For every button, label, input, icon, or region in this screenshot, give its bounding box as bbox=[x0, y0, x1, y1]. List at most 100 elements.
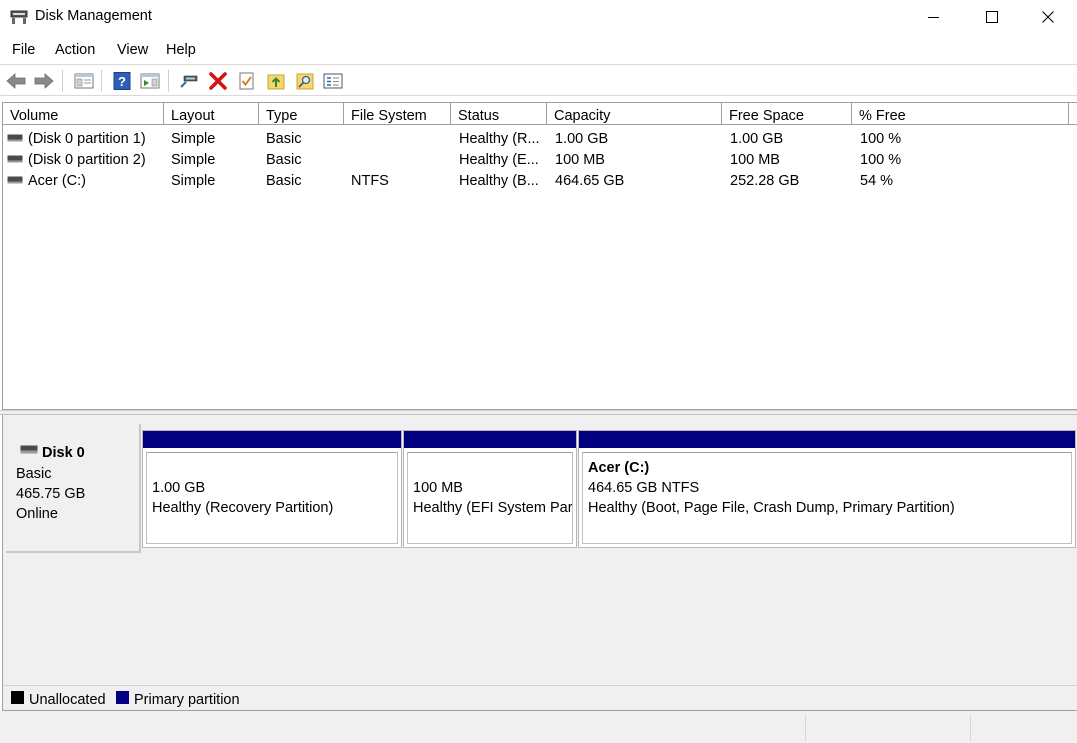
cell-free-space: 252.28 GB bbox=[730, 173, 800, 189]
forward-arrow-icon bbox=[34, 73, 54, 89]
maximize-button[interactable] bbox=[963, 0, 1021, 34]
partition-status: Healthy (Recovery Partition) bbox=[152, 500, 334, 516]
cell-type: Basic bbox=[266, 131, 302, 147]
column-header-file-system[interactable]: File System bbox=[344, 103, 451, 125]
list-view-icon bbox=[323, 73, 343, 89]
partition-status: Healthy (Boot, Page File, Crash Dump, Pr… bbox=[588, 500, 955, 516]
partition-efi[interactable]: 100 MB Healthy (EFI System Partition) bbox=[403, 430, 577, 548]
partition-acer-c[interactable]: Acer (C:) 464.65 GB NTFS Healthy (Boot, … bbox=[578, 430, 1076, 548]
primary-partition-band bbox=[579, 431, 1075, 448]
partition-body: 100 MB Healthy (EFI System Partition) bbox=[407, 452, 573, 544]
column-header-free-space[interactable]: Free Space bbox=[722, 103, 852, 125]
partition-recovery[interactable]: 1.00 GB Healthy (Recovery Partition) bbox=[142, 430, 402, 548]
forward-button[interactable] bbox=[33, 70, 55, 92]
cell-layout: Simple bbox=[171, 131, 216, 147]
menu-file[interactable]: File bbox=[12, 42, 35, 58]
column-header-type[interactable]: Type bbox=[259, 103, 344, 125]
partition-body: 1.00 GB Healthy (Recovery Partition) bbox=[146, 452, 398, 544]
table-row[interactable]: (Disk 0 partition 2) Simple Basic Health… bbox=[3, 150, 1077, 171]
table-row[interactable]: Acer (C:) Simple Basic NTFS Healthy (B..… bbox=[3, 171, 1077, 192]
minimize-button[interactable] bbox=[905, 0, 963, 34]
disk-info-panel[interactable]: Disk 0 Basic 465.75 GB Online bbox=[6, 424, 141, 553]
cell-status: Healthy (B... bbox=[459, 173, 539, 189]
connect-virtual-disk-button[interactable] bbox=[178, 70, 200, 92]
close-icon bbox=[1042, 11, 1054, 23]
partition-body: Acer (C:) 464.65 GB NTFS Healthy (Boot, … bbox=[582, 452, 1072, 544]
cell-status: Healthy (E... bbox=[459, 152, 539, 168]
menu-action[interactable]: Action bbox=[55, 42, 95, 58]
column-header-percent-free[interactable]: % Free bbox=[852, 103, 1069, 125]
cell-free-space: 1.00 GB bbox=[730, 131, 784, 147]
cell-volume: (Disk 0 partition 1) bbox=[28, 131, 146, 147]
cell-percent-free: 100 % bbox=[860, 152, 902, 168]
cell-volume: (Disk 0 partition 2) bbox=[28, 152, 146, 168]
menu-help[interactable]: Help bbox=[166, 42, 196, 58]
svg-text:?: ? bbox=[118, 74, 126, 89]
partition-size: 100 MB bbox=[413, 480, 463, 496]
open-folder-up-icon bbox=[267, 74, 285, 90]
cell-volume: Acer (C:) bbox=[28, 173, 86, 189]
minimize-icon bbox=[928, 17, 939, 18]
close-button[interactable] bbox=[1019, 0, 1077, 34]
title-bar: Disk Management bbox=[0, 0, 1077, 34]
unallocated-swatch bbox=[11, 691, 24, 704]
column-header-layout[interactable]: Layout bbox=[164, 103, 259, 125]
menu-view[interactable]: View bbox=[117, 42, 148, 58]
menu-bar: File Action View Help bbox=[0, 38, 1077, 62]
delete-button[interactable] bbox=[207, 70, 229, 92]
back-button[interactable] bbox=[5, 70, 27, 92]
maximize-icon bbox=[986, 11, 998, 23]
cell-layout: Simple bbox=[171, 173, 216, 189]
status-separator bbox=[805, 715, 806, 741]
status-separator bbox=[970, 715, 971, 741]
show-hide-console-tree-icon bbox=[74, 73, 94, 89]
primary-partition-swatch bbox=[116, 691, 129, 704]
disk-type: Basic bbox=[16, 466, 52, 482]
up-folder-button[interactable] bbox=[265, 70, 287, 92]
window-title: Disk Management bbox=[35, 8, 152, 24]
column-header-status[interactable]: Status bbox=[451, 103, 547, 125]
column-header-volume[interactable]: Volume bbox=[3, 103, 164, 125]
properties-check-icon bbox=[239, 72, 254, 90]
cell-percent-free: 100 % bbox=[860, 131, 902, 147]
disk-management-icon bbox=[10, 10, 28, 24]
disk-size: 465.75 GB bbox=[16, 486, 86, 502]
partition-status: Healthy (EFI System Partition) bbox=[413, 500, 573, 516]
partition-title: Acer (C:) bbox=[588, 460, 650, 476]
volume-list[interactable]: Volume Layout Type File System Status Ca… bbox=[2, 102, 1077, 410]
volume-disk-icon bbox=[7, 134, 23, 142]
disk-name: Disk 0 bbox=[42, 445, 85, 461]
help-icon: ? bbox=[113, 72, 131, 90]
legend: Unallocated Primary partition bbox=[2, 685, 1077, 711]
column-header-capacity[interactable]: Capacity bbox=[547, 103, 722, 125]
cell-status: Healthy (R... bbox=[459, 131, 540, 147]
cell-capacity: 1.00 GB bbox=[555, 131, 609, 147]
legend-unallocated: Unallocated bbox=[29, 692, 106, 708]
toolbar-separator bbox=[168, 70, 169, 92]
connect-virtual-disk-icon bbox=[180, 75, 198, 88]
cell-type: Basic bbox=[266, 173, 302, 189]
cell-percent-free: 54 % bbox=[860, 173, 894, 189]
cell-free-space: 100 MB bbox=[730, 152, 780, 168]
table-row[interactable]: (Disk 0 partition 1) Simple Basic Health… bbox=[3, 129, 1077, 150]
toolbar-separator bbox=[62, 70, 63, 92]
partition-size: 1.00 GB bbox=[152, 480, 206, 496]
find-button[interactable] bbox=[294, 70, 316, 92]
primary-partition-band bbox=[404, 431, 576, 448]
legend-primary-partition: Primary partition bbox=[134, 692, 240, 708]
list-view-button[interactable] bbox=[322, 70, 344, 92]
help-button[interactable]: ? bbox=[111, 70, 133, 92]
cell-layout: Simple bbox=[171, 152, 216, 168]
properties-button[interactable] bbox=[236, 70, 258, 92]
cell-type: Basic bbox=[266, 152, 302, 168]
delete-icon bbox=[209, 72, 227, 90]
volume-disk-icon bbox=[7, 176, 23, 184]
primary-partition-band bbox=[143, 431, 401, 448]
find-icon bbox=[296, 73, 314, 90]
show-action-pane-button[interactable] bbox=[139, 70, 161, 92]
show-hide-console-tree-button[interactable] bbox=[73, 70, 95, 92]
partition-size: 464.65 GB NTFS bbox=[588, 480, 700, 496]
status-bar bbox=[0, 711, 1077, 743]
toolbar-separator bbox=[101, 70, 102, 92]
list-header: Volume Layout Type File System Status Ca… bbox=[3, 103, 1077, 125]
